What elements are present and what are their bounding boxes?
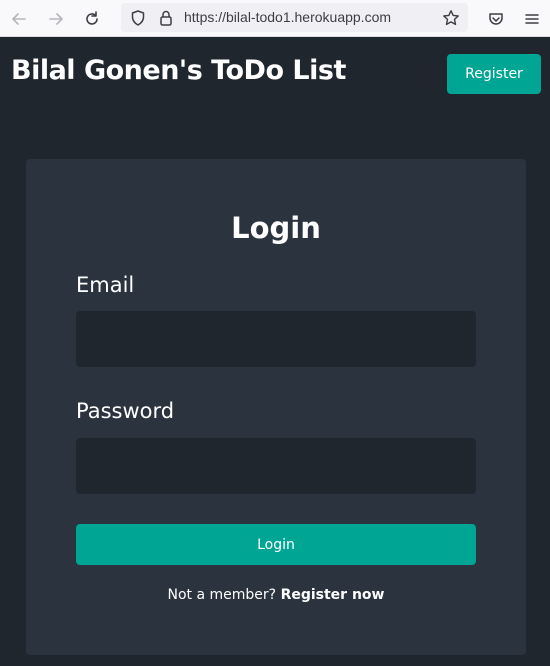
register-prompt-text: Not a member?	[167, 587, 277, 603]
login-title: Login	[231, 211, 321, 245]
reload-icon[interactable]	[81, 8, 103, 30]
app-title: Bilal Gonen's ToDo List	[11, 55, 346, 86]
email-field[interactable]	[76, 311, 476, 367]
app-header: Bilal Gonen's ToDo List Register	[0, 38, 550, 110]
back-icon[interactable]	[8, 8, 30, 30]
password-field[interactable]	[76, 438, 476, 494]
email-label: Email	[76, 273, 135, 297]
password-label: Password	[76, 399, 175, 423]
login-button[interactable]: Login	[76, 524, 476, 565]
browser-toolbar: https://bilal-todo1.herokuapp.com	[0, 0, 550, 37]
pocket-icon[interactable]	[485, 8, 507, 30]
lock-icon[interactable]	[157, 9, 175, 27]
url-text[interactable]: https://bilal-todo1.herokuapp.com	[184, 9, 391, 25]
star-icon[interactable]	[442, 9, 460, 27]
header-register-button[interactable]: Register	[447, 54, 541, 94]
menu-icon[interactable]	[521, 8, 543, 30]
url-bar[interactable]: https://bilal-todo1.herokuapp.com	[121, 3, 468, 32]
forward-icon[interactable]	[45, 8, 67, 30]
shield-icon[interactable]	[129, 9, 147, 27]
register-prompt: Not a member? Register now	[26, 587, 526, 603]
login-card: Login Email Password Login Not a member?…	[26, 159, 526, 655]
register-now-link[interactable]: Register now	[281, 587, 385, 603]
